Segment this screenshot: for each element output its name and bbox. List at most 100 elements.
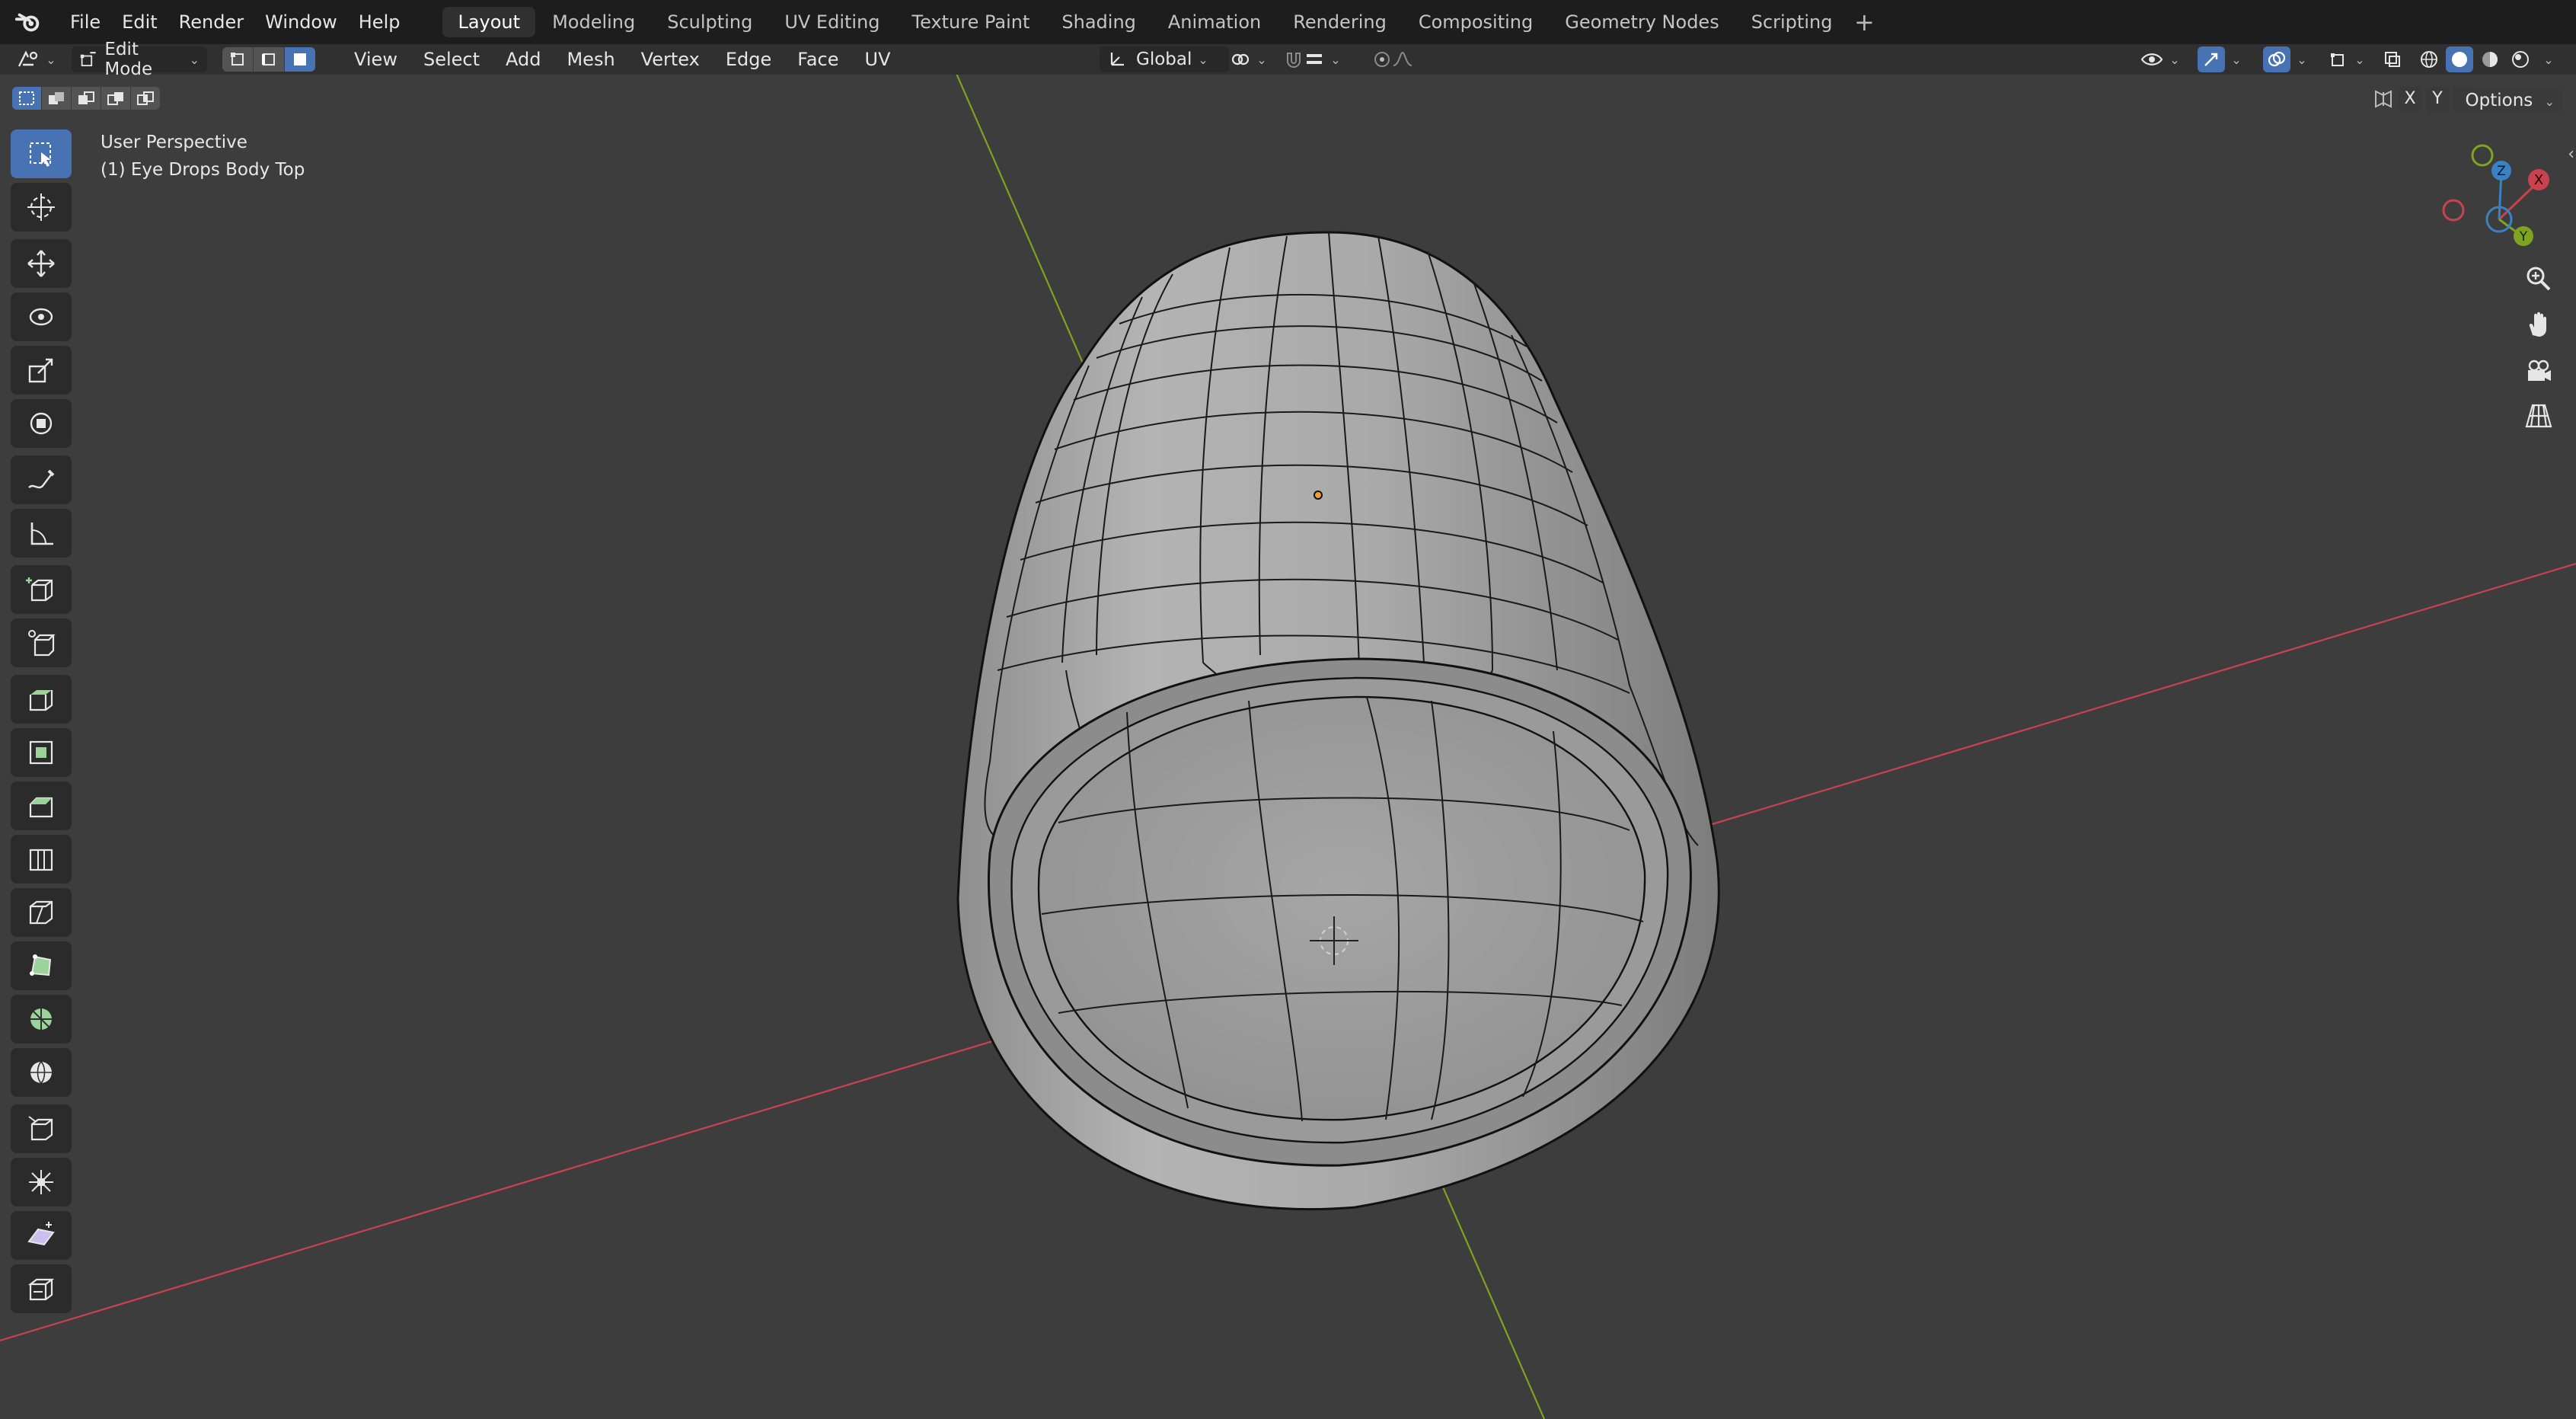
- solid-shading-button[interactable]: [2446, 46, 2473, 72]
- mode-dropdown[interactable]: Edit Mode ⌄: [72, 40, 207, 79]
- left-toolbar: [11, 129, 72, 1318]
- tool-annotate[interactable]: [11, 455, 72, 504]
- zoom-button[interactable]: [2516, 256, 2562, 302]
- chevron-down-icon: ⌄: [2543, 52, 2554, 67]
- knife-icon: [29, 900, 53, 925]
- pivot-link-icon: [1232, 53, 1250, 66]
- wireframe-sphere-icon: [2421, 51, 2437, 68]
- overlays-icon: [2263, 46, 2291, 72]
- tool-bevel[interactable]: [11, 781, 72, 830]
- tab-rendering[interactable]: Rendering: [1278, 7, 1402, 37]
- tool-knife[interactable]: [11, 888, 72, 937]
- pivot-point-dropdown[interactable]: ⌄: [1227, 46, 1270, 72]
- menu-view[interactable]: View: [341, 44, 410, 75]
- camera-icon: [2528, 360, 2551, 381]
- add-workspace-button[interactable]: +: [1849, 7, 1879, 37]
- proportional-editing-controls[interactable]: [1361, 46, 1425, 72]
- tool-cursor[interactable]: [11, 183, 72, 232]
- wireframe-shading-button[interactable]: [2415, 46, 2443, 72]
- menu-render[interactable]: Render: [168, 0, 254, 44]
- sidebar-toggle-arrow-icon[interactable]: ‹: [2568, 145, 2574, 164]
- tab-modeling[interactable]: Modeling: [537, 7, 650, 37]
- tool-poly-build[interactable]: [11, 941, 72, 990]
- overlays-toggle[interactable]: ⌄: [2258, 46, 2312, 72]
- menu-face[interactable]: Face: [784, 44, 851, 75]
- menu-edit[interactable]: Edit: [111, 0, 168, 44]
- chevron-down-icon: ⌄: [1256, 52, 1267, 67]
- menu-add[interactable]: Add: [493, 44, 554, 75]
- tab-geometry-nodes[interactable]: Geometry Nodes: [1550, 7, 1734, 37]
- tool-transform[interactable]: [11, 399, 72, 448]
- tab-layout[interactable]: Layout: [442, 7, 536, 37]
- vertex-select-icon: [231, 53, 244, 66]
- tool-measure[interactable]: [11, 509, 72, 558]
- editor-type-icon: [18, 50, 38, 67]
- gizmo-neg-x-handle[interactable]: [2442, 199, 2465, 222]
- camera-view-button[interactable]: [2516, 347, 2562, 393]
- snapping-controls[interactable]: ⌄: [1278, 46, 1346, 72]
- tool-scale[interactable]: [11, 346, 72, 395]
- shear-icon: [27, 1222, 55, 1246]
- xray-toggle[interactable]: [2379, 46, 2406, 72]
- tool-rotate[interactable]: [11, 292, 72, 341]
- mesh-edit-overlays-dropdown[interactable]: ⌄: [2325, 46, 2368, 72]
- tool-inset[interactable]: [11, 728, 72, 777]
- vertex-select-button[interactable]: [222, 47, 254, 72]
- tool-shrink-fatten[interactable]: [11, 1158, 72, 1206]
- gizmo-icon: [2198, 46, 2226, 72]
- object-visibility-dropdown[interactable]: ⌄: [2135, 46, 2185, 72]
- editor-type-dropdown[interactable]: ⌄: [14, 46, 59, 72]
- tool-loop-cut[interactable]: [11, 835, 72, 884]
- tab-compositing[interactable]: Compositing: [1403, 7, 1548, 37]
- tool-cube-cutter[interactable]: [11, 618, 72, 667]
- tool-extrude[interactable]: [11, 675, 72, 724]
- material-preview-button[interactable]: [2476, 46, 2504, 72]
- chevron-down-icon: ⌄: [189, 52, 200, 67]
- cursor-icon: [27, 193, 55, 221]
- menu-edge[interactable]: Edge: [713, 44, 784, 75]
- blender-logo-icon[interactable]: [14, 8, 43, 37]
- tool-spin[interactable]: [11, 995, 72, 1043]
- tool-add-cube[interactable]: [11, 565, 72, 614]
- menu-uv[interactable]: UV: [852, 44, 904, 75]
- gizmo-x-label: X: [2534, 172, 2543, 188]
- tool-rip[interactable]: [11, 1264, 72, 1313]
- tab-uv-editing[interactable]: UV Editing: [769, 7, 895, 37]
- navigation-gizmo[interactable]: X Z Y: [2429, 137, 2566, 259]
- face-select-button[interactable]: [285, 47, 315, 72]
- tab-texture-paint[interactable]: Texture Paint: [897, 7, 1045, 37]
- tool-select-box[interactable]: [11, 129, 72, 178]
- 3d-viewport[interactable]: [0, 75, 2576, 1419]
- edit-mode-icon: [80, 52, 96, 67]
- add-cube-icon: [26, 577, 53, 602]
- perspective-toggle-button[interactable]: [2516, 393, 2562, 439]
- tool-edge-slide[interactable]: [11, 1104, 72, 1153]
- menu-mesh[interactable]: Mesh: [554, 44, 627, 75]
- chevron-down-icon: ⌄: [46, 52, 56, 67]
- shading-options-dropdown[interactable]: ⌄: [2537, 46, 2560, 72]
- menu-window[interactable]: Window: [254, 0, 348, 44]
- proportional-edit-icon: [1374, 52, 1390, 67]
- pan-button[interactable]: [2516, 302, 2562, 347]
- top-menu-bar: File Edit Render Window Help Layout Mode…: [0, 0, 2576, 44]
- menu-help[interactable]: Help: [348, 0, 411, 44]
- menu-vertex[interactable]: Vertex: [628, 44, 713, 75]
- tab-animation[interactable]: Animation: [1153, 7, 1276, 37]
- edge-select-button[interactable]: [254, 47, 285, 72]
- gizmo-neg-y-handle[interactable]: [2471, 144, 2494, 167]
- tool-shear[interactable]: [11, 1211, 72, 1260]
- material-sphere-icon: [2482, 52, 2498, 67]
- xray-icon: [2385, 52, 2400, 67]
- transform-orientation-dropdown[interactable]: Global ⌄: [1100, 46, 1229, 72]
- rendered-shading-button[interactable]: [2507, 46, 2534, 72]
- tab-shading[interactable]: Shading: [1046, 7, 1151, 37]
- gizmo-toggle[interactable]: ⌄: [2193, 46, 2246, 72]
- annotate-icon: [28, 469, 55, 489]
- tool-move[interactable]: [11, 239, 72, 288]
- menu-file[interactable]: File: [59, 0, 111, 44]
- mesh-cylinder[interactable]: [956, 231, 1720, 1211]
- tab-sculpting[interactable]: Sculpting: [652, 7, 768, 37]
- menu-select[interactable]: Select: [410, 44, 493, 75]
- tool-smooth[interactable]: [11, 1048, 72, 1097]
- tab-scripting[interactable]: Scripting: [1736, 7, 1848, 37]
